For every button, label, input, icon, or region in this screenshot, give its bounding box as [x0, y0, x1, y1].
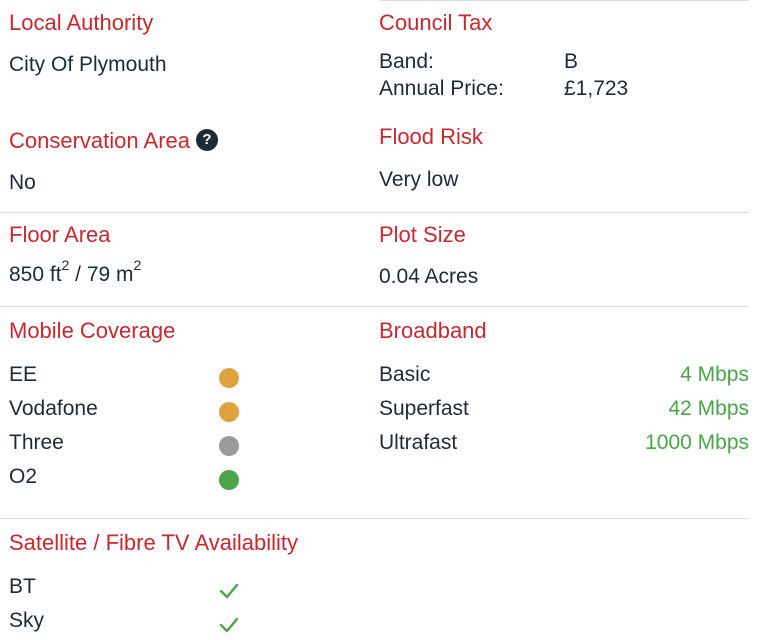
network-name-vodafone: Vodafone: [9, 397, 98, 420]
broadband-heading: Broadband: [379, 318, 487, 343]
network-name-o2: O2: [9, 465, 38, 488]
broadband-speed-superfast: 42 Mbps: [668, 397, 749, 420]
floor-area-m: 79 m: [86, 263, 134, 286]
council-tax-band-value: B: [564, 50, 579, 73]
coverage-dot-ee: [219, 368, 239, 388]
conservation-area-value: No: [9, 171, 36, 194]
floor-area-value: 850 ft2 / 79 m2: [9, 258, 141, 286]
network-name-ee: EE: [9, 363, 38, 386]
broadband-tier-ultrafast: Ultrafast: [379, 431, 458, 454]
flood-risk-heading: Flood Risk: [379, 124, 483, 149]
floor-area-ft-sup: 2: [61, 257, 70, 273]
broadband-tier-superfast: Superfast: [379, 397, 469, 420]
coverage-dot-three: [219, 436, 239, 456]
plot-size-value: 0.04 Acres: [379, 265, 479, 288]
divider-row-3: [0, 306, 749, 307]
check-icon: [219, 617, 239, 633]
divider-row-2: [0, 212, 749, 213]
network-name-three: Three: [9, 431, 64, 454]
tv-provider-bt: BT: [9, 575, 36, 598]
divider-row-4: [0, 518, 749, 519]
local-authority-value: City Of Plymouth: [9, 53, 167, 76]
council-tax-heading: Council Tax: [379, 10, 493, 35]
floor-area-heading: Floor Area: [9, 222, 111, 247]
conservation-area-label: Conservation Area: [9, 128, 190, 153]
tv-availability-heading: Satellite / Fibre TV Availability: [9, 530, 298, 555]
broadband-speed-basic: 4 Mbps: [680, 363, 749, 386]
mobile-coverage-heading: Mobile Coverage: [9, 318, 176, 343]
broadband-tier-basic: Basic: [379, 363, 431, 386]
coverage-dot-vodafone: [219, 402, 239, 422]
floor-area-ft: 850 ft: [9, 263, 62, 286]
check-icon: [219, 583, 239, 599]
floor-area-separator: /: [69, 263, 87, 286]
council-tax-price-label: Annual Price:: [379, 77, 504, 100]
council-tax-band-label: Band:: [379, 50, 434, 73]
flood-risk-value: Very low: [379, 168, 459, 191]
top-divider-right: [380, 0, 749, 1]
broadband-speed-ultrafast: 1000 Mbps: [645, 431, 749, 454]
council-tax-price-value: £1,723: [564, 77, 629, 100]
local-authority-heading: Local Authority: [9, 10, 154, 35]
conservation-area-heading: Conservation Area?: [9, 128, 218, 153]
floor-area-m-sup: 2: [133, 257, 142, 273]
coverage-dot-o2: [219, 470, 239, 490]
plot-size-heading: Plot Size: [379, 222, 466, 247]
help-icon[interactable]: ?: [196, 129, 218, 152]
tv-provider-sky: Sky: [9, 609, 45, 632]
